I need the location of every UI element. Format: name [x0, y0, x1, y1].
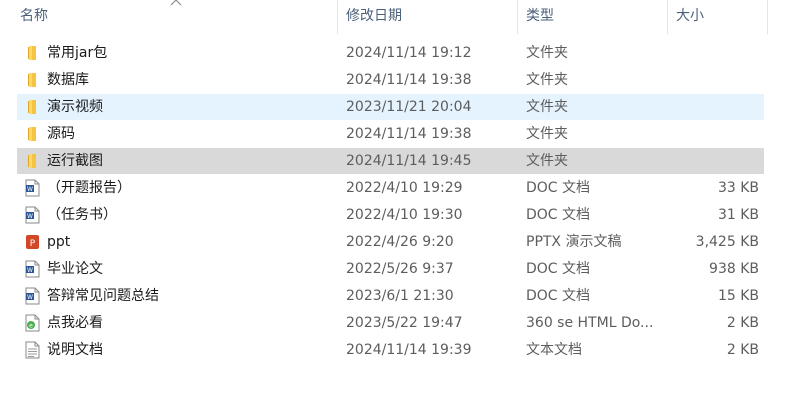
word-doc-icon: W	[24, 287, 40, 305]
svg-text:e: e	[29, 323, 33, 330]
file-size: 33 KB	[717, 180, 759, 196]
word-doc-icon: W	[24, 260, 40, 278]
html-doc-icon: e	[24, 314, 40, 332]
file-name: ppt	[47, 234, 71, 250]
file-row[interactable]: W （开题报告） 2022/4/10 19:29 DOC 文档 33 KB	[17, 175, 764, 201]
file-name: 常用jar包	[47, 45, 108, 61]
file-name: 说明文档	[47, 342, 103, 358]
word-doc-icon: W	[24, 206, 40, 224]
file-row[interactable]: e 点我必看 2023/5/22 19:47 360 se HTML Do... 2 K…	[17, 310, 764, 336]
file-type: DOC 文档	[526, 207, 591, 223]
file-type: PPTX 演示文稿	[526, 234, 622, 250]
modified-date: 2023/6/1 21:30	[346, 288, 454, 304]
file-name: 运行截图	[47, 153, 103, 169]
modified-date: 2023/5/22 19:47	[346, 315, 463, 331]
modified-date: 2023/11/21 20:04	[346, 99, 472, 115]
sort-ascending-icon	[170, 0, 182, 6]
modified-date: 2022/5/26 9:37	[346, 261, 454, 277]
name-column-header[interactable]: 名称	[0, 0, 338, 34]
file-type: 360 se HTML Do...	[526, 315, 654, 331]
name-column-label: 名称	[20, 8, 48, 24]
file-row[interactable]: 运行截图 2024/11/14 19:45 文件夹	[17, 148, 764, 174]
file-row[interactable]: 常用jar包 2024/11/14 19:12 文件夹	[17, 40, 764, 66]
file-type: DOC 文档	[526, 288, 591, 304]
modified-date: 2024/11/14 19:45	[346, 153, 472, 169]
modified-date: 2022/4/10 19:29	[346, 180, 463, 196]
file-row[interactable]: 源码 2024/11/14 19:38 文件夹	[17, 121, 764, 147]
file-type: 文件夹	[526, 126, 568, 142]
svg-text:W: W	[27, 294, 33, 301]
file-type: 文本文档	[526, 342, 582, 358]
file-row[interactable]: W 答辩常见问题总结 2023/6/1 21:30 DOC 文档 15 KB	[17, 283, 764, 309]
file-name: 毕业论文	[47, 261, 103, 277]
file-type: DOC 文档	[526, 180, 591, 196]
svg-text:W: W	[27, 186, 33, 193]
type-column-label: 类型	[526, 8, 554, 24]
modified-date: 2024/11/14 19:39	[346, 342, 472, 358]
file-name: 演示视频	[47, 99, 103, 115]
size-column-label: 大小	[676, 8, 704, 24]
file-name: 源码	[47, 126, 75, 142]
date-column-header[interactable]: 修改日期	[338, 0, 518, 34]
folder-icon	[24, 152, 40, 170]
modified-date: 2022/4/26 9:20	[346, 234, 454, 250]
file-explorer: 名称 修改日期 类型 大小 常用jar包 2024/11/14 19:12 文件夹数…	[0, 0, 793, 420]
file-name: 点我必看	[47, 315, 103, 331]
date-column-label: 修改日期	[346, 8, 402, 24]
file-type: 文件夹	[526, 72, 568, 88]
file-size: 3,425 KB	[695, 234, 759, 250]
file-row[interactable]: W 毕业论文 2022/5/26 9:37 DOC 文档 938 KB	[17, 256, 764, 282]
word-doc-icon: W	[24, 179, 40, 197]
column-header-bar: 名称 修改日期 类型 大小	[0, 0, 793, 34]
file-type: DOC 文档	[526, 261, 591, 277]
file-type: 文件夹	[526, 153, 568, 169]
file-type: 文件夹	[526, 99, 568, 115]
modified-date: 2022/4/10 19:30	[346, 207, 463, 223]
file-name: （任务书）	[47, 207, 117, 223]
column-separator[interactable]	[767, 0, 768, 34]
file-size: 938 KB	[709, 261, 759, 277]
file-size: 2 KB	[726, 342, 759, 358]
file-type: 文件夹	[526, 45, 568, 61]
svg-text:W: W	[27, 213, 33, 220]
file-size: 2 KB	[726, 315, 759, 331]
file-size: 31 KB	[717, 207, 759, 223]
folder-icon	[24, 98, 40, 116]
text-doc-icon	[24, 341, 40, 359]
file-row[interactable]: Pppt 2022/4/26 9:20 PPTX 演示文稿 3,425 KB	[17, 229, 764, 255]
modified-date: 2024/11/14 19:12	[346, 45, 472, 61]
file-row[interactable]: 演示视频 2023/11/21 20:04 文件夹	[17, 94, 764, 120]
folder-icon	[24, 71, 40, 89]
file-name: 数据库	[47, 72, 89, 88]
file-row[interactable]: W （任务书） 2022/4/10 19:30 DOC 文档 31 KB	[17, 202, 764, 228]
svg-text:P: P	[30, 239, 36, 249]
folder-icon	[24, 44, 40, 62]
size-column-header[interactable]: 大小	[668, 0, 768, 34]
powerpoint-icon: P	[24, 233, 40, 251]
folder-icon	[24, 125, 40, 143]
type-column-header[interactable]: 类型	[518, 0, 668, 34]
file-row[interactable]: 说明文档 2024/11/14 19:39 文本文档 2 KB	[17, 337, 764, 363]
file-name: 答辩常见问题总结	[47, 288, 159, 304]
file-row[interactable]: 数据库 2024/11/14 19:38 文件夹	[17, 67, 764, 93]
file-name: （开题报告）	[47, 180, 131, 196]
modified-date: 2024/11/14 19:38	[346, 126, 472, 142]
file-size: 15 KB	[717, 288, 759, 304]
svg-text:W: W	[27, 267, 33, 274]
modified-date: 2024/11/14 19:38	[346, 72, 472, 88]
